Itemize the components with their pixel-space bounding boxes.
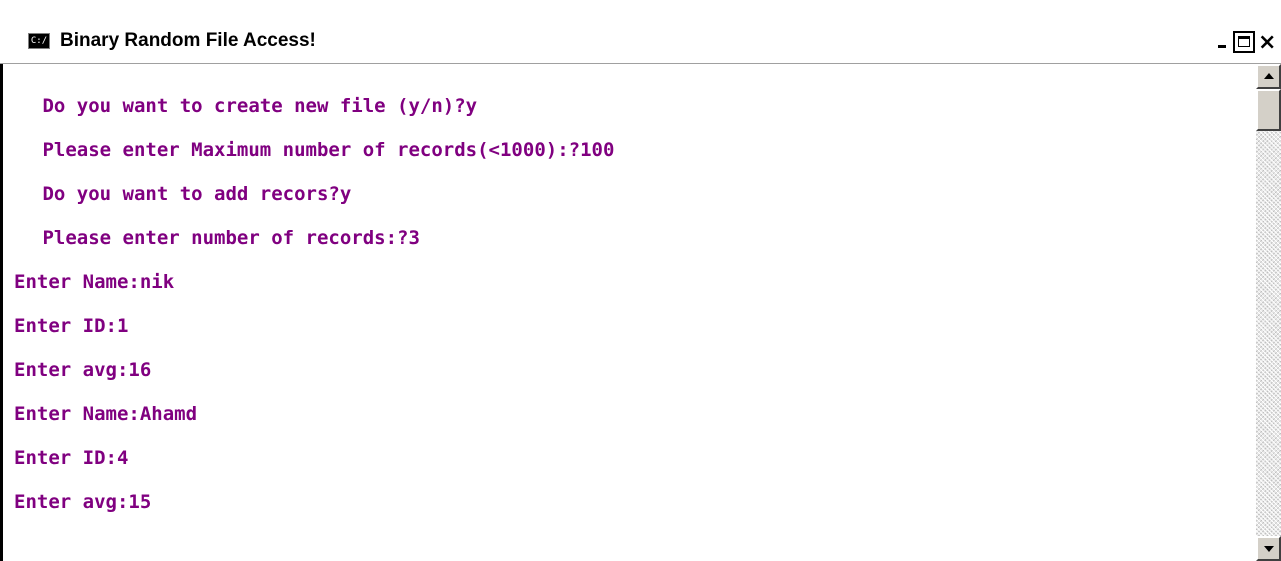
scroll-down-arrow-icon	[1264, 546, 1274, 552]
console-output[interactable]: Do you want to create new file (y/n)?y P…	[0, 64, 1256, 561]
minimize-icon	[1218, 45, 1226, 48]
scroll-up-arrow-icon	[1264, 73, 1274, 79]
console-line: Enter ID:4	[14, 447, 129, 469]
console-window: C:/ Binary Random File Access! × Do you …	[0, 0, 1281, 561]
scroll-down-button[interactable]	[1256, 536, 1281, 561]
scroll-up-button[interactable]	[1256, 64, 1281, 89]
scroll-thumb[interactable]	[1256, 89, 1281, 131]
console-line: Enter ID:1	[14, 315, 129, 337]
close-button[interactable]: ×	[1256, 30, 1278, 55]
console-icon: C:/	[28, 33, 50, 49]
console-line: Please enter Maximum number of records(<…	[31, 139, 615, 161]
maximize-icon	[1238, 36, 1250, 47]
vertical-scrollbar[interactable]	[1256, 64, 1281, 561]
console-line: Enter Name:nik	[14, 271, 175, 293]
console-line: Enter Name:Ahamd	[14, 403, 198, 425]
maximize-button[interactable]	[1233, 31, 1255, 53]
console-line: Enter avg:15	[14, 491, 152, 513]
window-title: Binary Random File Access!	[60, 30, 316, 51]
console-line: Please enter number of records:?3	[31, 227, 420, 249]
console-line: Do you want to create new file (y/n)?y	[31, 95, 478, 117]
console-line: Enter avg:16	[14, 359, 152, 381]
console-line: Do you want to add recors?y	[31, 183, 352, 205]
title-bar[interactable]: C:/ Binary Random File Access! ×	[0, 0, 1281, 64]
minimize-button[interactable]	[1210, 31, 1232, 53]
close-icon: ×	[1258, 30, 1277, 55]
